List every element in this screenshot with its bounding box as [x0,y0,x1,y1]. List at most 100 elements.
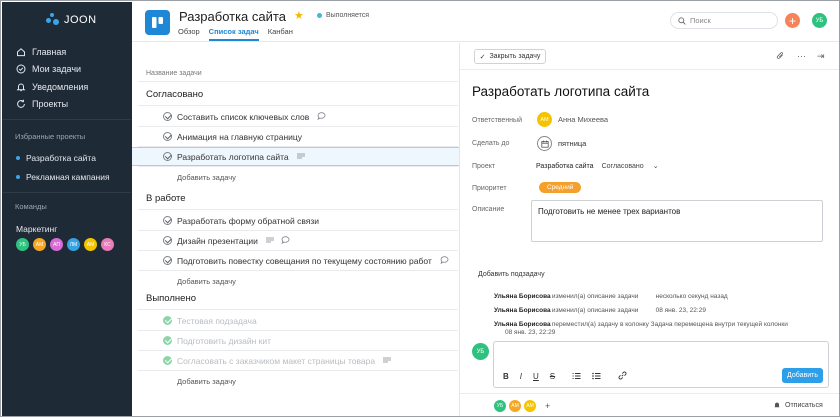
add-comment-button[interactable]: Добавить [782,368,823,383]
group-header[interactable]: Выполнено [146,293,196,304]
task-name[interactable]: Анимация на главную страницу [177,132,302,142]
unsubscribe-button[interactable]: Отписаться [773,401,823,409]
app-logo[interactable]: JOON [45,13,97,27]
add-task-link[interactable]: Добавить задачу [177,173,236,182]
paperclip-icon[interactable] [776,51,785,63]
task-checkbox[interactable] [163,356,172,365]
task-row[interactable]: Разработать форму обратной связи [132,211,459,230]
search-icon [678,16,686,25]
group-header[interactable]: В работе [146,193,186,204]
tab-task-list[interactable]: Список задач [208,27,259,41]
description-icon[interactable] [266,236,274,245]
task-checkbox[interactable] [163,132,172,141]
activity-time: 08 янв. 23, 22:29 [505,329,556,336]
team-name[interactable]: Маркетинг [16,224,57,234]
project-status[interactable]: Выполняется [317,12,369,19]
task-checkbox[interactable] [163,112,172,121]
due-date-field[interactable]: пятница [537,136,586,151]
task-checkbox[interactable] [163,152,172,161]
underline-button[interactable]: U [533,372,539,381]
tab-kanban[interactable]: Канбан [268,27,293,41]
status-dot-icon [317,13,322,18]
comment-icon[interactable] [281,235,290,246]
project-title[interactable]: Разработка сайта [179,9,286,24]
project-field[interactable]: Разработка сайта Согласовано ⌄ [536,162,659,171]
task-name[interactable]: Подготовить повестку совещания по текуще… [177,256,432,266]
nav-my-tasks[interactable]: Мои задачи [16,61,128,79]
nav-home[interactable]: Главная [16,43,128,61]
task-row[interactable]: Согласовать с заказчиком макет страницы … [132,351,459,370]
follower-avatar[interactable]: АМ [509,400,521,412]
collapse-panel-icon[interactable]: ⇥ [817,51,825,62]
more-icon[interactable]: ··· [797,51,806,61]
comment-icon[interactable] [440,255,449,266]
priority-label: Приоритет [472,185,507,192]
team-member-avatar[interactable]: АМ [84,238,97,251]
task-name[interactable]: Тестовая подзадача [177,316,257,326]
team-member-avatar[interactable]: АП [50,238,63,251]
description-label: Описание [472,206,505,213]
close-task-button[interactable]: ✓ Закрыть задачу [474,49,546,64]
assignee-field[interactable]: АМ Анна Михеева [537,112,608,127]
chevron-down-icon[interactable]: ⌵ [277,12,283,22]
priority-badge[interactable]: Средний [539,182,582,193]
search-input[interactable]: Поиск [670,12,778,29]
group-header[interactable]: Согласовано [146,89,203,100]
favorite-project-ads[interactable]: Рекламная кампания [16,172,110,182]
user-avatar[interactable]: УБ [812,13,827,28]
task-name[interactable]: Разработать форму обратной связи [177,216,319,226]
team-member-avatar[interactable]: УБ [16,238,29,251]
team-member-avatar[interactable]: ЛМ [67,238,80,251]
italic-button[interactable]: I [520,372,522,381]
task-row[interactable]: Анимация на главную страницу [132,127,459,146]
team-member-avatar[interactable]: АМ [33,238,46,251]
add-subtask-link[interactable]: Добавить подзадачу [478,271,545,278]
task-row[interactable]: Дизайн презентации [132,231,459,250]
description-icon[interactable] [383,356,391,365]
comment-icon[interactable] [317,111,326,122]
bold-button[interactable]: B [503,372,509,381]
column-header-task-name[interactable]: Название задачи [146,70,202,77]
comment-author-avatar: УБ [472,343,489,360]
task-checkbox[interactable] [163,216,172,225]
task-row[interactable]: Разработать логотипа сайта [132,147,459,166]
nav-projects[interactable]: Проекты [16,96,128,114]
add-button[interactable]: + [785,13,800,28]
team-member-avatar[interactable]: КС [101,238,114,251]
task-checkbox[interactable] [163,256,172,265]
task-name[interactable]: Составить список ключевых слов [177,112,309,122]
nav-notifications[interactable]: Уведомления [16,78,128,96]
bullet-list-icon[interactable] [592,372,601,382]
task-name[interactable]: Подготовить дизайн кит [177,336,271,346]
add-task-link[interactable]: Добавить задачу [177,377,236,386]
close-task-label: Закрыть задачу [489,53,541,60]
follower-avatar[interactable]: АМ [524,400,536,412]
task-name[interactable]: Разработать логотипа сайта [177,152,289,162]
task-checkbox[interactable] [163,316,172,325]
task-name[interactable]: Согласовать с заказчиком макет страницы … [177,356,375,366]
task-title[interactable]: Разработать логотипа сайта [472,84,649,99]
task-checkbox[interactable] [163,336,172,345]
follower-avatar[interactable]: УБ [494,400,506,412]
tab-overview[interactable]: Обзор [178,27,200,41]
sidebar-divider [3,192,131,193]
task-checkbox[interactable] [163,236,172,245]
task-row[interactable]: Подготовить повестку совещания по текуще… [132,251,459,270]
scrollbar[interactable] [832,44,838,414]
list-divider [138,105,458,106]
add-task-link[interactable]: Добавить задачу [177,277,236,286]
task-row[interactable]: Тестовая подзадача [132,311,459,330]
link-icon[interactable] [618,371,627,382]
add-follower-icon[interactable]: + [545,401,550,411]
description-field[interactable]: Подготовить не менее трех вариантов [531,200,823,242]
strikethrough-button[interactable]: S [550,372,555,381]
task-name[interactable]: Дизайн презентации [177,236,258,246]
star-icon[interactable]: ★ [294,9,304,22]
description-icon[interactable] [297,152,305,161]
comment-input[interactable]: B I U S Добавить [493,341,829,388]
format-toolbar: B I U S [503,371,627,382]
numbered-list-icon[interactable] [572,372,581,382]
task-row[interactable]: Составить список ключевых слов [132,107,459,126]
favorite-project-website[interactable]: Разработка сайта [16,153,96,163]
task-row[interactable]: Подготовить дизайн кит [132,331,459,350]
